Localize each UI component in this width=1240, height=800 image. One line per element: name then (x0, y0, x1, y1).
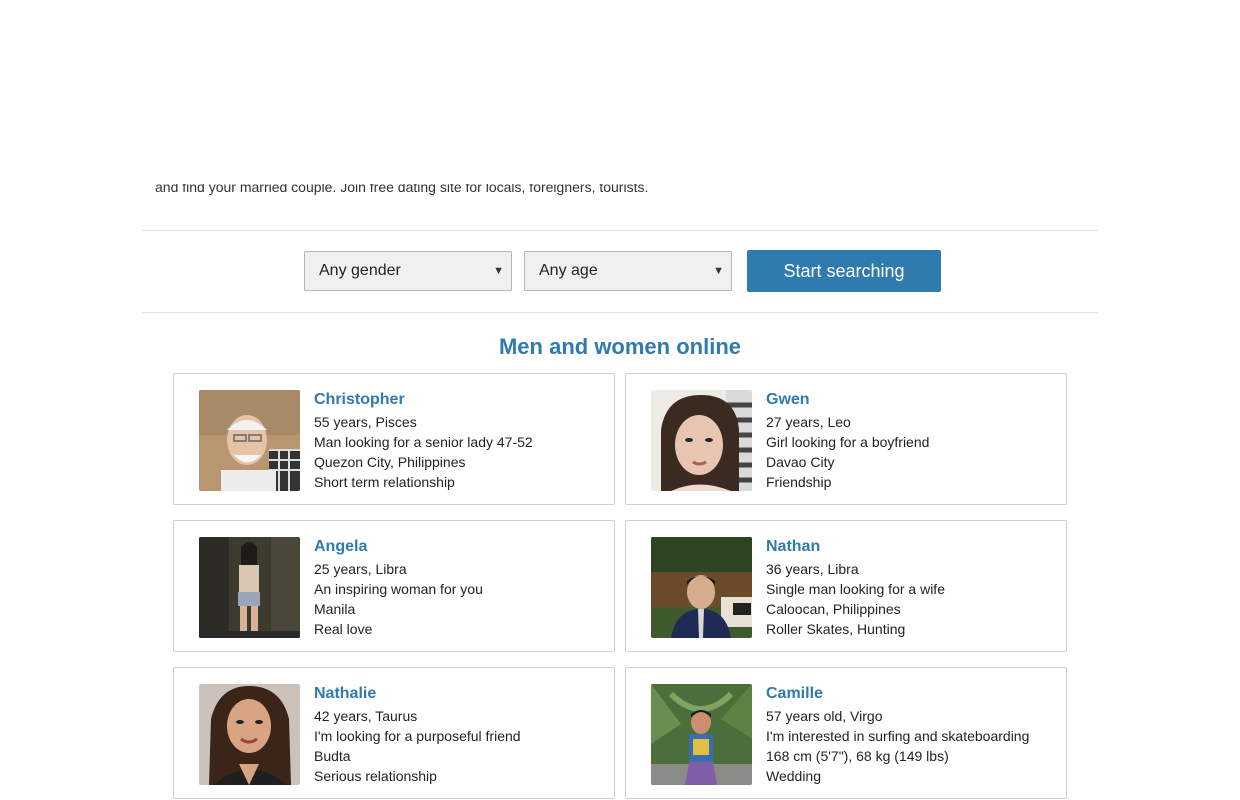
profile-age-sign: 55 years, Pisces (314, 414, 417, 430)
profile-age-sign: 57 years old, Virgo (766, 708, 883, 724)
profile-goal: Wedding (766, 768, 822, 784)
page: and find your married couple. Join free … (0, 0, 1240, 800)
profile-card[interactable]: Nathalie 42 years, Taurus I'm looking fo… (173, 667, 615, 799)
profile-location: Caloocan, Philippines (766, 601, 901, 617)
intro-text: and find your married couple. Join free … (155, 184, 649, 195)
profile-goal: Short term relationship (314, 474, 455, 490)
profile-info: Nathan 36 years, Libra Single man lookin… (766, 537, 1061, 639)
profile-photo[interactable] (199, 684, 300, 785)
profile-photo-image (651, 390, 752, 491)
profile-age-sign: 42 years, Taurus (314, 708, 418, 724)
profile-photo-image (651, 537, 752, 638)
chevron-down-icon: ▼ (493, 265, 504, 277)
profile-photo-image (199, 537, 300, 638)
age-select[interactable]: Any age ▼ (524, 251, 732, 291)
profile-info: Christopher 55 years, Pisces Man looking… (314, 390, 609, 492)
profile-photo[interactable] (651, 390, 752, 491)
profile-goal: Serious relationship (314, 768, 437, 784)
profile-card[interactable]: Camille 57 years old, Virgo I'm interest… (625, 667, 1067, 799)
profile-name[interactable]: Nathan (766, 537, 1061, 557)
profile-photo[interactable] (651, 537, 752, 638)
profile-card[interactable]: Angela 25 years, Libra An inspiring woma… (173, 520, 615, 652)
profile-location: Quezon City, Philippines (314, 454, 466, 470)
profile-info: Camille 57 years old, Virgo I'm interest… (766, 684, 1061, 786)
profile-photo[interactable] (199, 390, 300, 491)
profile-headline: I'm looking for a purposeful friend (314, 728, 521, 744)
start-searching-button[interactable]: Start searching (747, 250, 941, 292)
profile-headline: An inspiring woman for you (314, 581, 483, 597)
profile-goal: Friendship (766, 474, 832, 490)
profile-age-sign: 36 years, Libra (766, 561, 859, 577)
profile-location: Manila (314, 601, 356, 617)
profile-name[interactable]: Christopher (314, 390, 609, 410)
profile-name[interactable]: Camille (766, 684, 1061, 704)
profile-headline: Girl looking for a boyfriend (766, 434, 930, 450)
profile-headline: Man looking for a senior lady 47-52 (314, 434, 533, 450)
profile-name[interactable]: Gwen (766, 390, 1061, 410)
profile-location: Davao City (766, 454, 835, 470)
gender-select-value: Any gender (319, 262, 401, 279)
profile-photo-image (199, 390, 300, 491)
profile-photo-image (199, 684, 300, 785)
intro-text-container: and find your married couple. Join free … (155, 184, 1085, 208)
profile-photo[interactable] (199, 537, 300, 638)
gender-select[interactable]: Any gender ▼ (304, 251, 512, 291)
profile-headline: I'm interested in surfing and skateboard… (766, 728, 1030, 744)
chevron-down-icon: ▼ (713, 265, 724, 277)
profile-name[interactable]: Angela (314, 537, 609, 557)
profile-age-sign: 25 years, Libra (314, 561, 407, 577)
divider-bottom (141, 312, 1099, 313)
profile-goal: Real love (314, 621, 373, 637)
profile-goal: Roller Skates, Hunting (766, 621, 906, 637)
profile-card[interactable]: Christopher 55 years, Pisces Man looking… (173, 373, 615, 505)
profile-info: Gwen 27 years, Leo Girl looking for a bo… (766, 390, 1061, 492)
age-select-value: Any age (539, 262, 598, 279)
profile-name[interactable]: Nathalie (314, 684, 609, 704)
profile-headline: Single man looking for a wife (766, 581, 945, 597)
profile-info: Nathalie 42 years, Taurus I'm looking fo… (314, 684, 609, 786)
profile-card[interactable]: Nathan 36 years, Libra Single man lookin… (625, 520, 1067, 652)
profile-location: Budta (314, 748, 351, 764)
profile-info: Angela 25 years, Libra An inspiring woma… (314, 537, 609, 639)
divider-top (141, 230, 1099, 231)
profile-age-sign: 27 years, Leo (766, 414, 851, 430)
top-banner-area (0, 0, 1240, 180)
profile-location: 168 cm (5'7"), 68 kg (149 lbs) (766, 748, 949, 764)
section-title: Men and women online (498, 334, 741, 359)
profile-photo-image (651, 684, 752, 785)
profile-photo[interactable] (651, 684, 752, 785)
profile-card[interactable]: Gwen 27 years, Leo Girl looking for a bo… (625, 373, 1067, 505)
